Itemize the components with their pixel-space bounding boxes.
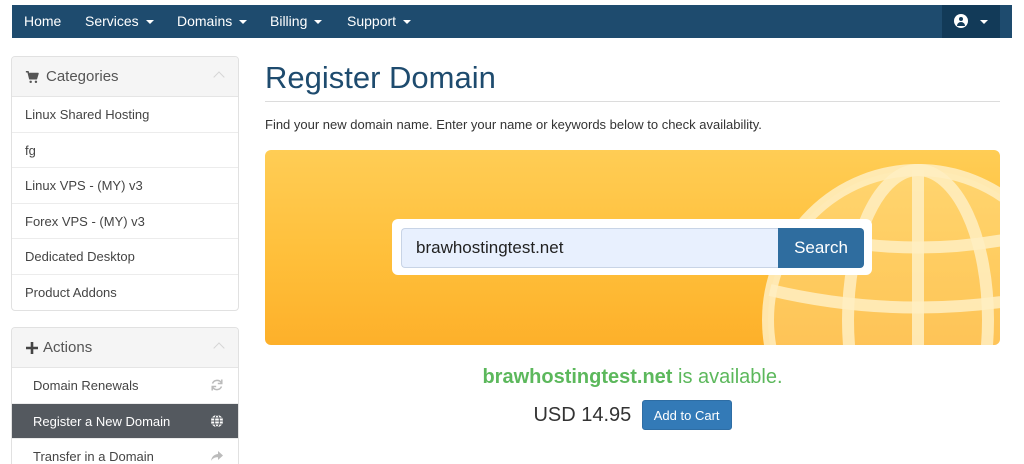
nav-services[interactable]: Services bbox=[85, 5, 154, 38]
domain-price: USD 14.95 bbox=[533, 404, 632, 426]
available-domain: brawhostingtest.net bbox=[482, 366, 673, 388]
price-row: USD 14.95 Add to Cart bbox=[265, 400, 1000, 430]
title-divider bbox=[265, 101, 1000, 102]
action-register-new-domain[interactable]: Register a New Domain bbox=[12, 403, 238, 439]
actions-title: Actions bbox=[43, 339, 93, 356]
actions-panel: Actions Domain Renewals Register a New D… bbox=[11, 327, 239, 464]
category-product-addons[interactable]: Product Addons bbox=[12, 275, 238, 311]
category-fg[interactable]: fg bbox=[12, 133, 238, 168]
nav-domains[interactable]: Domains bbox=[177, 5, 248, 38]
category-dedicated-desktop[interactable]: Dedicated Desktop bbox=[12, 239, 238, 275]
caret-down-icon bbox=[980, 20, 988, 24]
caret-down-icon bbox=[314, 20, 323, 25]
refresh-icon bbox=[211, 379, 223, 391]
add-to-cart-button[interactable]: Add to Cart bbox=[641, 400, 732, 430]
domain-search-input[interactable] bbox=[401, 228, 779, 268]
action-domain-renewals[interactable]: Domain Renewals bbox=[12, 368, 238, 404]
cart-icon bbox=[25, 70, 39, 84]
account-menu[interactable] bbox=[942, 5, 1000, 38]
availability-status: is available. bbox=[678, 366, 783, 388]
categories-panel: Categories Linux Shared Hosting fg Linux… bbox=[11, 56, 239, 311]
intro-text: Find your new domain name. Enter your na… bbox=[265, 117, 762, 132]
actions-header[interactable]: Actions bbox=[12, 328, 238, 368]
top-navbar: Home Services Domains Billing Support bbox=[12, 5, 1012, 38]
availability-message: brawhostingtest.net is available. bbox=[265, 366, 1000, 389]
chevron-up-icon[interactable] bbox=[213, 342, 225, 354]
nav-support[interactable]: Support bbox=[347, 5, 412, 38]
categories-header[interactable]: Categories bbox=[12, 57, 238, 97]
share-icon bbox=[211, 451, 223, 461]
caret-down-icon bbox=[239, 20, 248, 25]
caret-down-icon bbox=[145, 20, 154, 25]
category-linux-vps[interactable]: Linux VPS - (MY) v3 bbox=[12, 168, 238, 204]
category-forex-vps[interactable]: Forex VPS - (MY) v3 bbox=[12, 204, 238, 239]
categories-title: Categories bbox=[46, 68, 119, 85]
chevron-up-icon[interactable] bbox=[213, 71, 225, 83]
search-button[interactable]: Search bbox=[778, 228, 864, 268]
category-linux-shared-hosting[interactable]: Linux Shared Hosting bbox=[12, 97, 238, 133]
globe-icon bbox=[211, 414, 223, 427]
page-title: Register Domain bbox=[265, 60, 496, 95]
caret-down-icon bbox=[403, 20, 412, 25]
action-transfer-domain[interactable]: Transfer in a Domain bbox=[12, 439, 238, 464]
user-circle-icon bbox=[954, 14, 968, 28]
plus-icon bbox=[26, 342, 38, 354]
nav-home[interactable]: Home bbox=[24, 5, 61, 38]
nav-billing[interactable]: Billing bbox=[270, 5, 323, 38]
